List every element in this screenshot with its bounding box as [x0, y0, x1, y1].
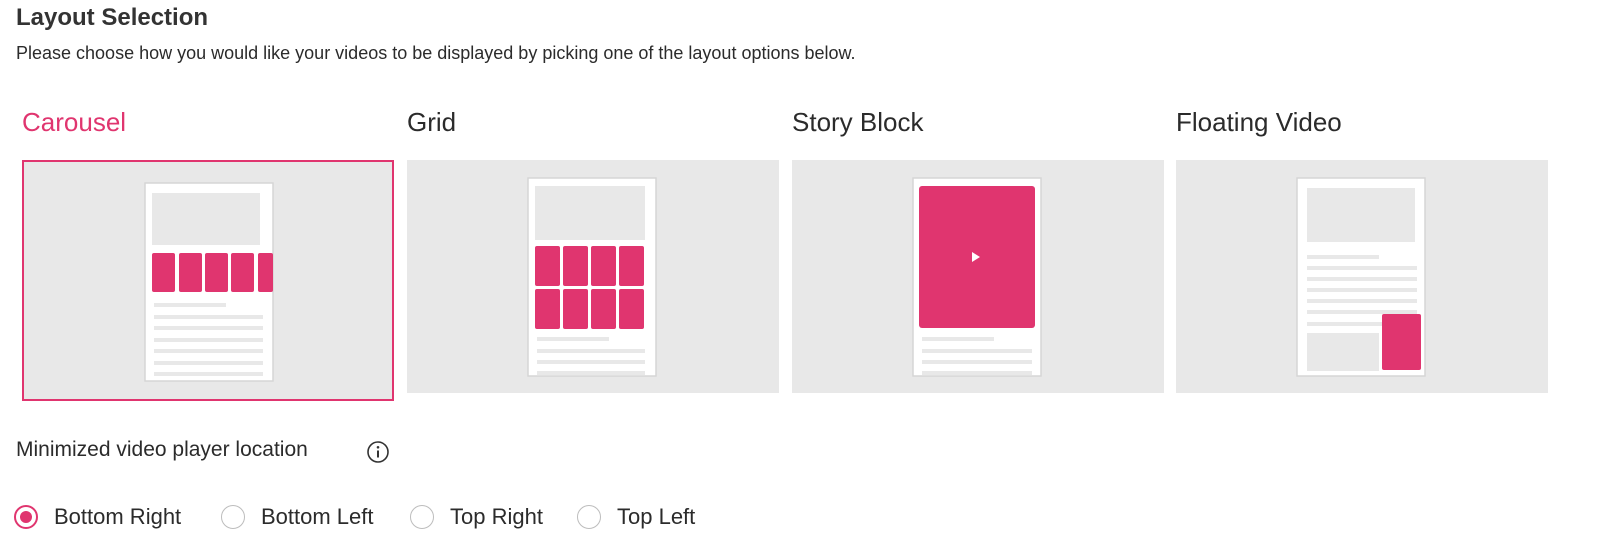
radio-button-top-left[interactable]: [577, 505, 601, 529]
grid-preview[interactable]: [407, 160, 779, 393]
story-block-preview[interactable]: [792, 160, 1164, 393]
radio-label-top-right: Top Right: [450, 504, 543, 529]
carousel-preview[interactable]: [22, 160, 394, 401]
layout-option-floating-video[interactable]: Floating Video: [1176, 103, 1548, 403]
story-block-illustration: [912, 177, 1042, 377]
minimized-location-label: Minimized video player location: [16, 438, 308, 461]
layout-label-story-block: Story Block: [792, 107, 924, 137]
radio-label-bottom-left: Bottom Left: [261, 504, 374, 529]
radio-label-top-left: Top Left: [617, 504, 696, 529]
layout-label-grid: Grid: [407, 107, 457, 137]
floating-video-preview[interactable]: [1176, 160, 1548, 393]
radio-button-bottom-right[interactable]: [14, 505, 38, 529]
page-title: Layout Selection: [16, 4, 209, 31]
radio-top-right[interactable]: Top Right: [410, 500, 543, 534]
radio-label-bottom-right: Bottom Right: [54, 504, 182, 529]
layout-label-floating-video: Floating Video: [1176, 107, 1342, 137]
radio-button-bottom-left[interactable]: [221, 505, 245, 529]
layout-option-story-block[interactable]: Story Block: [792, 103, 1164, 403]
layout-selection-page: Layout Selection Please choose how you w…: [0, 0, 1600, 557]
grid-illustration: [527, 177, 657, 377]
layout-option-carousel[interactable]: Carousel: [22, 103, 394, 403]
floating-video-illustration: [1296, 177, 1426, 377]
page-subtitle: Please choose how you would like your vi…: [16, 43, 856, 63]
radio-bottom-right[interactable]: Bottom Right: [14, 500, 181, 534]
carousel-illustration: [144, 182, 274, 382]
radio-top-left[interactable]: Top Left: [577, 500, 695, 534]
info-icon[interactable]: [366, 440, 390, 464]
radio-button-top-right[interactable]: [410, 505, 434, 529]
radio-bottom-left[interactable]: Bottom Left: [221, 500, 374, 534]
layout-label-carousel: Carousel: [22, 107, 127, 137]
layout-option-grid[interactable]: Grid: [407, 103, 779, 403]
